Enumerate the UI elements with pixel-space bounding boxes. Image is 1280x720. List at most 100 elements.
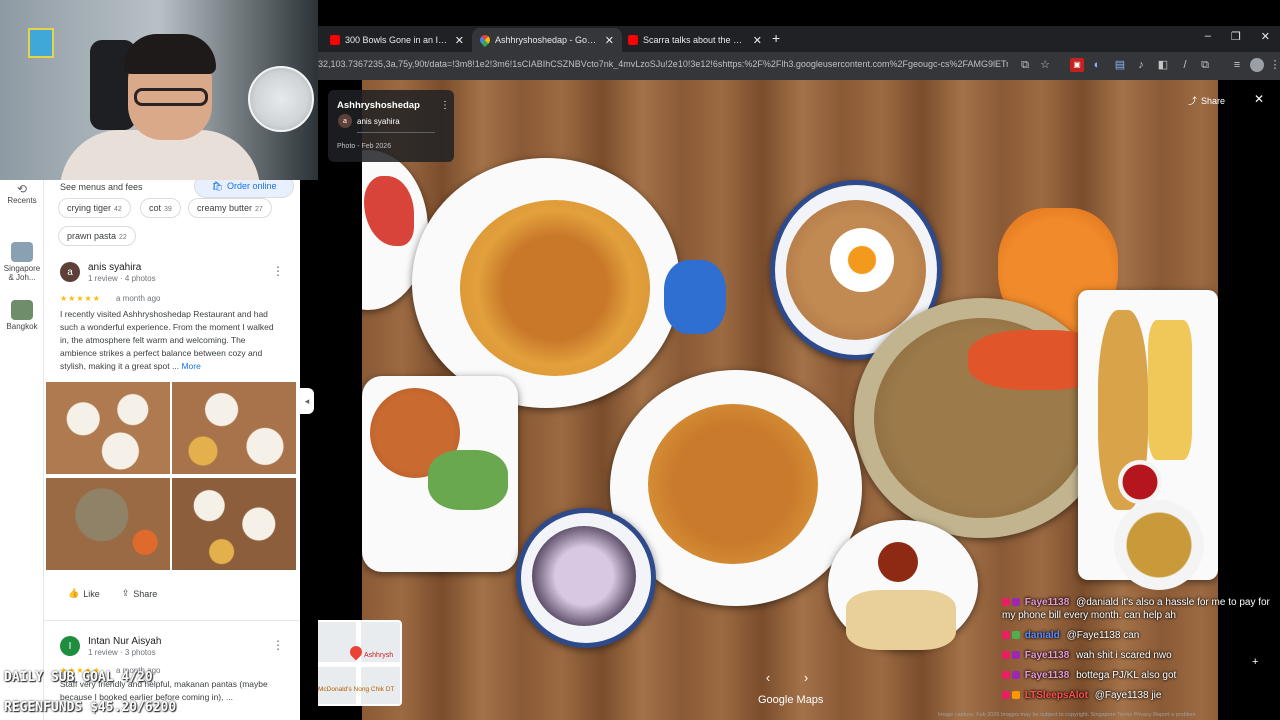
reviewer-name[interactable]: anis syahira [88,262,141,273]
order-online-button[interactable]: 🛍 Order online [194,180,294,198]
next-photo-button[interactable]: › [796,670,816,685]
chip-crying-tiger[interactable]: crying tiger 42 [58,198,131,218]
chat-username: Faye1138 [1024,650,1070,661]
rail-item-bangkok[interactable]: Bangkok [0,300,44,331]
browser-tabbar: 300 Bowls Gone in an Instant! ✕ Ashhrysh… [318,26,1280,52]
previous-photo-button[interactable]: ‹ [758,670,778,685]
chip-label: crying tiger [67,203,112,213]
heart-badge-icon [1012,671,1020,680]
share-button[interactable]: ⤴ Share [1188,94,1225,107]
close-tab-icon[interactable]: ✕ [753,34,762,47]
streamer-hair [124,34,216,74]
fries [1148,320,1192,460]
review-photo[interactable] [46,382,170,474]
minimap-place-label: Ashhrysh [364,652,394,659]
close-window-button[interactable]: ✕ [1261,30,1270,43]
share-icon: ⤴ [1188,96,1198,106]
chat-message: Faye1138 bottega PJ/KL also got [1002,669,1278,682]
location-pin-icon [347,643,365,661]
map-thumb-icon [11,300,33,320]
tab-title: Ashhryshoshedap - Google Ma [495,35,600,45]
star-rating: ★★★★★ [60,294,101,303]
like-label: Like [83,588,100,599]
url-field[interactable]: 32,103.7367235,3a,75y,90t/data=!3m8!1e2!… [318,59,1008,69]
review-text: I recently visited Ashhryshoshedap Resta… [60,308,282,373]
share-icon: ⇪ [121,588,130,598]
maps-side-panel: ⟲ Recents Singapore & Joh... Bangkok See… [0,180,300,720]
avatar[interactable]: a [60,262,80,282]
cucumber [428,450,508,510]
tab-google-maps[interactable]: Ashhryshoshedap - Google Ma ✕ [472,28,622,52]
extension-icon[interactable]: / [1178,58,1192,72]
rail-item-recents[interactable]: ⟲ Recents [0,182,44,205]
extensions-puzzle-icon[interactable]: ⧉ [1198,58,1212,72]
share-button[interactable]: ⇪ Share [122,588,158,599]
chat-text: @Faye1138 can [1066,630,1140,641]
see-menus-link[interactable]: See menus and fees [60,182,143,192]
close-viewer-button[interactable]: ✕ [1254,92,1264,106]
chat-message: Faye1138 @daniald it's also a hassle for… [1002,596,1278,622]
bookmark-star-icon[interactable]: ☆ [1038,58,1052,72]
place-name[interactable]: Ashhryshoshedap [337,100,420,111]
contributor-name[interactable]: anis syahira [357,117,400,126]
fried-egg [830,228,894,292]
chat-badges [1002,629,1022,642]
reviewer-stats: 1 review · 3 photos [88,648,156,657]
dessert [532,526,636,626]
chip-label: cot [149,203,162,213]
browser-menu-icon[interactable]: ⋮ [1268,58,1280,72]
chat-text: wah shit i scared nwo [1076,650,1172,661]
review-photo[interactable] [172,478,296,570]
tab-youtube-bowls[interactable]: 300 Bowls Gone in an Instant! ✕ [322,28,472,52]
new-tab-button[interactable]: + [772,30,780,46]
chat-username: LTSleepsAlot [1024,690,1088,701]
wall-poster [28,28,54,58]
more-options-icon[interactable]: ⋮ [272,638,284,652]
more-options-icon[interactable]: ⋮ [272,264,284,278]
webcam-overlay [0,0,318,180]
chat-username: Faye1138 [1024,670,1070,681]
close-tab-icon[interactable]: ✕ [455,34,464,47]
rail-item-singapore[interactable]: Singapore & Joh... [0,242,44,282]
more-options-icon[interactable]: ⋮ [440,100,450,111]
rail-label: Singapore & Joh... [3,264,41,282]
side-bowl [1114,500,1204,590]
media-queue-icon[interactable]: ≡ [1230,58,1244,72]
chip-creamy-butter[interactable]: creamy butter 27 [188,198,272,218]
extension-icon[interactable]: ◧ [1156,58,1170,72]
google-maps-logo: Google Maps [758,694,824,706]
reviewer-stats: 1 review · 4 photos [88,274,156,283]
sauce-bowl [1118,460,1162,504]
tab-youtube-scarra[interactable]: Scarra talks about the Sykkuno ✕ [620,28,770,52]
sound-icon[interactable]: ♪ [1134,58,1148,72]
more-link[interactable]: More [181,361,200,371]
spaghetti [460,200,650,376]
streamer-glasses [134,88,208,106]
collapse-panel-button[interactable]: ◂ [300,388,314,414]
chip-cot[interactable]: cot 39 [140,198,181,218]
profile-avatar-icon[interactable] [1250,58,1264,72]
chip-prawn-pasta[interactable]: prawn pasta 22 [58,226,136,246]
avatar[interactable]: I [60,636,80,656]
review-photo[interactable] [172,382,296,474]
screen: 300 Bowls Gone in an Instant! ✕ Ashhrysh… [0,0,1280,720]
extension-icon[interactable]: ◐ [1090,58,1104,72]
place-content: See menus and fees 🛍 Order online crying… [44,180,300,720]
minimap[interactable]: Ashhrysh McDonald's Nong Chik DT [318,620,402,706]
review-body: I recently visited Ashhryshoshedap Resta… [60,309,274,371]
history-icon: ⟲ [16,182,28,196]
review-date: a month ago [116,294,161,303]
contributor-avatar[interactable]: a [338,114,352,128]
roti [846,590,956,650]
minimize-button[interactable]: – [1205,30,1211,43]
map-thumb-icon [11,242,33,262]
install-app-icon[interactable]: ⧉ [1018,58,1032,72]
extension-icon[interactable]: ▣ [1070,58,1084,72]
close-tab-icon[interactable]: ✕ [605,34,614,47]
extension-icon[interactable]: ▤ [1113,58,1127,72]
sub-badge-icon [1002,631,1010,640]
reviewer-name[interactable]: Intan Nur Aisyah [88,636,161,647]
like-button[interactable]: 👍 Like [68,588,100,599]
review-photo[interactable] [46,478,170,570]
restore-button[interactable]: ❐ [1231,30,1241,43]
